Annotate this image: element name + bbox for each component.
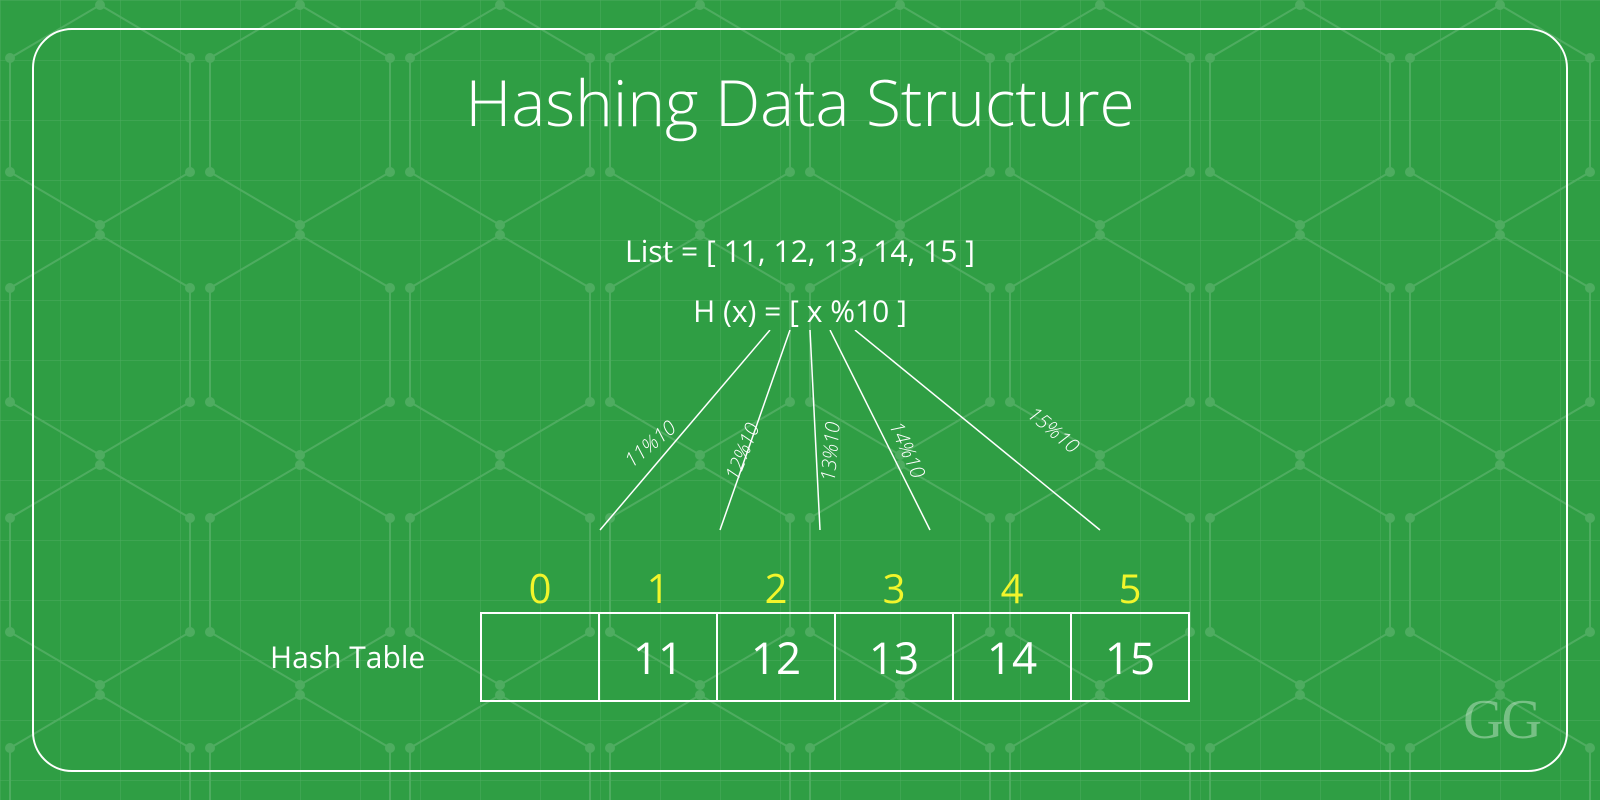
- gfg-logo: GG: [1463, 688, 1540, 752]
- index-label: 0: [480, 560, 600, 615]
- hash-arrow-label: 11%10: [618, 414, 681, 473]
- index-label: 3: [834, 560, 954, 615]
- index-label: 4: [952, 560, 1072, 615]
- hash-table: 1112131415: [480, 612, 1190, 702]
- hash-table-cell: [480, 612, 600, 702]
- hash-table-cell: 12: [716, 612, 836, 702]
- arrow-labels-layer: 11%10 12%10 13%10 14%10 15%10: [0, 330, 1600, 580]
- diagram-title: Hashing Data Structure: [0, 58, 1600, 145]
- hash-arrow-label: 13%10: [814, 421, 846, 483]
- hash-table-cell: 11: [598, 612, 718, 702]
- hash-table-label: Hash Table: [270, 636, 425, 677]
- index-label: 2: [716, 560, 836, 615]
- hash-table-cell: 14: [952, 612, 1072, 702]
- hash-table-cell: 13: [834, 612, 954, 702]
- hash-arrow-label: 12%10: [718, 419, 765, 484]
- hash-table-cell: 15: [1070, 612, 1190, 702]
- hash-arrow-label: 14%10: [883, 417, 932, 482]
- index-label: 1: [598, 560, 718, 615]
- hash-function: H (x) = [ x %10 ]: [0, 290, 1600, 331]
- hash-arrow-label: 15%10: [1022, 400, 1085, 459]
- index-label: 5: [1070, 560, 1190, 615]
- list-definition: List = [ 11, 12, 13, 14, 15 ]: [0, 230, 1600, 271]
